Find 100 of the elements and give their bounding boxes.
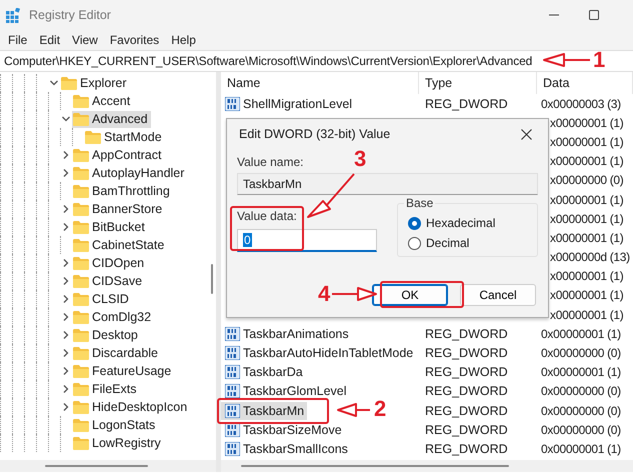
table-cell-text: 0x00000001 (1) <box>540 326 622 341</box>
tree-item[interactable]: CabinetState <box>72 236 168 254</box>
value-name[interactable]: TaskbarAutoHideInTabletMode <box>221 344 416 362</box>
value-name[interactable]: TaskbarAnimations <box>221 324 352 343</box>
table-cell-text: x00000001 (1) <box>549 308 624 322</box>
table-cell-text: x00000001 (1) <box>549 212 624 226</box>
minimize-icon[interactable] <box>549 14 559 16</box>
value-name-field[interactable]: TaskbarMn <box>237 173 538 195</box>
menu-item[interactable]: Favorites <box>104 33 166 47</box>
radio-option[interactable]: Hexadecimal <box>408 216 529 230</box>
chevron-right-icon[interactable] <box>62 331 70 339</box>
ok-button[interactable]: OK <box>372 284 448 306</box>
tree-item[interactable]: Accent <box>72 92 134 110</box>
value-name[interactable]: TaskbarMn <box>221 402 308 420</box>
binary-value-icon <box>225 404 240 418</box>
menu-item[interactable]: Edit <box>33 33 66 47</box>
field-label: Value data: <box>237 209 297 223</box>
chevron-right-icon[interactable] <box>62 313 70 321</box>
registry-app-icon <box>6 8 21 22</box>
tree-item[interactable]: CIDSave <box>72 272 146 290</box>
table-cell-text: x00000000 (0) <box>549 173 624 188</box>
value-name[interactable]: TaskbarDa <box>221 363 306 382</box>
tree-item[interactable]: ComDlg32 <box>72 308 154 326</box>
chevron-right-icon[interactable] <box>62 277 70 285</box>
address-bar[interactable]: Computer\HKEY_CURRENT_USER\Software\Microsoft\Windows\CurrentVersion\Explorer\Advanced <box>4 54 532 68</box>
tree-item[interactable]: Discardable <box>72 344 162 362</box>
table-cell-text: x00000001 (1) <box>549 288 624 302</box>
tree-item[interactable]: FileExts <box>72 380 140 398</box>
tree-item[interactable]: BannerStore <box>72 200 166 218</box>
tree-item[interactable]: CLSID <box>72 290 132 308</box>
chevron-right-icon[interactable] <box>62 205 70 213</box>
table-cell-text: REG_DWORD <box>424 346 509 360</box>
table-cell-text: 0x00000001 (1) <box>540 365 622 380</box>
chevron-right-icon[interactable] <box>62 223 70 231</box>
menu-item[interactable]: View <box>66 33 104 47</box>
chevron-right-icon[interactable] <box>62 259 70 267</box>
table-cell-text: x00000001 (1) <box>549 154 624 168</box>
folder-icon <box>61 76 77 90</box>
table-cell-text: REG_DWORD <box>424 96 509 111</box>
tree-item[interactable]: AutoplayHandler <box>72 164 188 182</box>
annotation-arrow <box>306 172 356 219</box>
chevron-right-icon[interactable] <box>62 349 70 357</box>
menu-item[interactable]: Help <box>165 33 202 47</box>
value-name[interactable]: TaskbarSmallIcons <box>221 440 351 458</box>
tree-item[interactable]: CIDOpen <box>72 254 148 272</box>
table-cell-text: 0x00000000 (0) <box>540 384 622 398</box>
table-cell-text: x0000000d (13) <box>549 250 631 264</box>
folder-icon <box>73 310 89 324</box>
chevron-right-icon[interactable] <box>62 169 70 177</box>
chevron-right-icon[interactable] <box>62 295 70 303</box>
table-cell-text: x00000001 (1) <box>549 230 624 245</box>
tree-item[interactable]: Desktop <box>72 326 141 344</box>
table-cell-text: 0x00000000 (0) <box>540 422 622 437</box>
column-header[interactable]: Data <box>537 72 633 94</box>
folder-icon <box>73 346 89 360</box>
tree-item[interactable]: StartMode <box>84 128 165 146</box>
tree-item[interactable]: BitBucket <box>72 218 148 236</box>
tree-item[interactable]: FeatureUsage <box>72 362 174 380</box>
tree-item[interactable]: HideDesktopIcon <box>72 398 190 416</box>
dialog-title: Edit DWORD (32-bit) Value <box>239 127 390 141</box>
column-header[interactable]: Name <box>221 72 419 94</box>
chevron-right-icon[interactable] <box>62 385 70 393</box>
table-cell-text: 0x00000000 (0) <box>540 404 622 418</box>
value-name[interactable]: ShellMigrationLevel <box>221 94 356 113</box>
tree-item[interactable]: LowRegistry <box>72 434 164 452</box>
tree-item[interactable]: Advanced <box>72 110 151 128</box>
value-name[interactable]: TaskbarGlomLevel <box>221 382 350 400</box>
value-data-field[interactable]: 0 <box>237 229 377 252</box>
tree-item[interactable]: BamThrottling <box>72 182 173 200</box>
annotation-arrow <box>332 284 378 304</box>
radio-option[interactable]: Decimal <box>408 236 529 250</box>
scrollbar[interactable] <box>221 460 633 472</box>
column-header[interactable]: Type <box>419 72 537 94</box>
chevron-down-icon[interactable] <box>62 115 70 123</box>
annotation-number: 3 <box>354 148 366 170</box>
tree-item[interactable]: AppContract <box>72 146 164 164</box>
table-cell-text: x00000001 (1) <box>549 269 624 284</box>
table-cell-text: 0x00000003 (3) <box>540 96 622 111</box>
folder-icon <box>73 256 89 270</box>
value-name[interactable]: TaskbarSizeMove <box>221 420 345 439</box>
chevron-down-icon[interactable] <box>50 79 58 87</box>
cancel-button[interactable]: Cancel <box>460 284 536 306</box>
folder-icon <box>73 148 89 162</box>
maximize-icon[interactable] <box>589 10 599 20</box>
annotation-number: 1 <box>593 49 606 71</box>
folder-icon <box>73 328 89 342</box>
tree-item[interactable]: Explorer <box>60 74 130 92</box>
menu-item[interactable]: File <box>2 33 34 47</box>
chevron-right-icon[interactable] <box>62 403 70 411</box>
chevron-right-icon[interactable] <box>62 367 70 375</box>
binary-value-icon <box>225 326 240 341</box>
table-cell-text: REG_DWORD <box>424 442 509 456</box>
tree-item[interactable]: LogonStats <box>72 416 158 434</box>
table-cell-text: REG_DWORD <box>424 326 509 341</box>
annotation-number: 4 <box>318 283 330 305</box>
folder-icon <box>73 418 89 432</box>
binary-value-icon <box>225 384 240 398</box>
chevron-right-icon[interactable] <box>62 151 70 159</box>
scrollbar[interactable] <box>0 460 216 472</box>
folder-icon <box>73 184 89 198</box>
